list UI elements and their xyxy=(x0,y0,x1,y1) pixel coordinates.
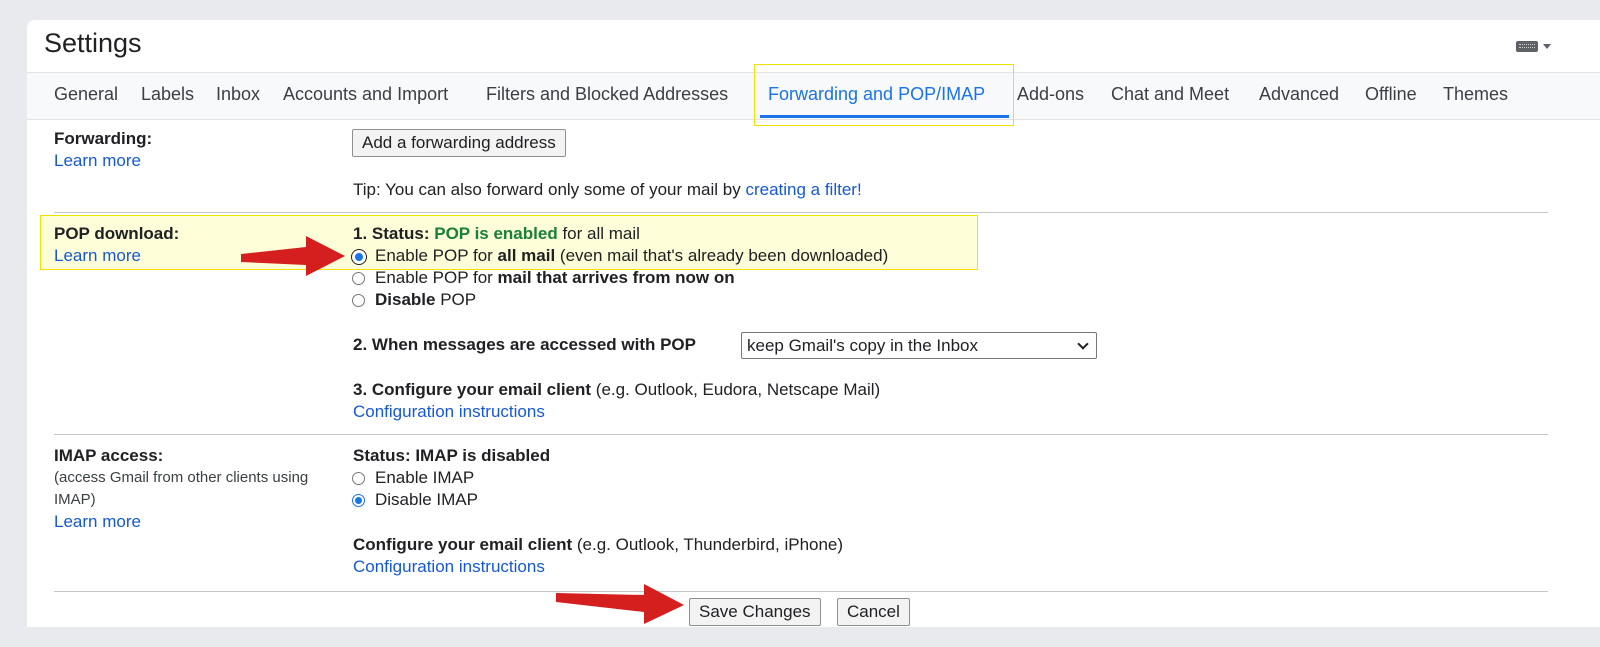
arrow-to-pop-all-mail-icon xyxy=(241,236,345,276)
annotation-arrows xyxy=(241,236,684,624)
arrow-to-save-changes-icon xyxy=(556,584,684,624)
